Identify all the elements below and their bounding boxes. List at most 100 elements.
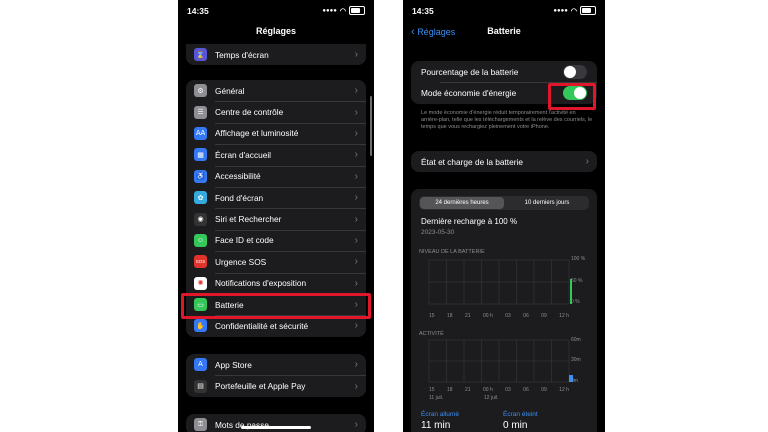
x-tick: 21: [465, 387, 471, 393]
battery-y-label-50: 50 %: [571, 278, 583, 284]
settings-item-grid[interactable]: ▦ Écran d'accueil ›: [186, 144, 366, 165]
settings-item-passwords[interactable]: ⚿ Mots de passe ›: [186, 414, 366, 432]
chevron-right-icon: ›: [354, 106, 358, 118]
x-tick: 03: [505, 387, 511, 393]
settings-item-label: Urgence SOS: [215, 256, 267, 267]
settings-screen: 14:35 ●●●● ◠ Réglages ⌛ Temps d'écran › …: [178, 0, 374, 432]
x-tick: 18: [447, 313, 453, 319]
nav-bar: ‹ Réglages Batterie: [403, 26, 605, 42]
settings-item-siri[interactable]: ◉ Siri et Rechercher ›: [186, 208, 366, 229]
battery-y-label-0: 0 %: [571, 299, 580, 305]
date-label-second: 12 juil.: [484, 395, 499, 401]
toggle-label: Pourcentage de la batterie: [421, 66, 519, 77]
segment-24h[interactable]: 24 dernières heures: [420, 197, 504, 209]
chevron-right-icon: ›: [354, 320, 358, 332]
settings-item-app-store[interactable]: A App Store ›: [186, 354, 366, 375]
x-tick: 03: [505, 313, 511, 319]
x-tick: 00 h: [483, 387, 493, 393]
chevron-right-icon: ›: [354, 127, 358, 139]
settings-item-label: Centre de contrôle: [215, 107, 284, 118]
passwords-group: ⚿ Mots de passe ›: [186, 414, 366, 432]
store-group: A App Store › ▤ Portefeuille et Apple Pay ›: [186, 354, 366, 397]
x-tick: 21: [465, 313, 471, 319]
chevron-right-icon: ›: [354, 49, 358, 61]
x-tick: 15: [429, 313, 435, 319]
chevron-right-icon: ›: [354, 419, 358, 431]
chevron-right-icon: ›: [354, 85, 358, 97]
chevron-right-icon: ›: [354, 277, 358, 289]
face-id-icon: ☺: [194, 233, 207, 247]
highlight-battery-row: [181, 293, 371, 319]
page-title: Batterie: [487, 26, 521, 36]
activity-y-label-60: 60m: [571, 337, 581, 343]
toggle-label: Mode économie d'énergie: [421, 88, 517, 99]
settings-item-label: Accessibilité: [215, 171, 261, 182]
date-label-first: 11 juil.: [429, 395, 444, 401]
screen-on-value: 11 min: [421, 420, 451, 431]
battery-status-icon: [349, 6, 365, 15]
sos-icon: SOS: [194, 255, 207, 269]
settings-item-accessibility[interactable]: ♿ Accessibilité ›: [186, 165, 366, 187]
x-tick: 12 h: [559, 313, 569, 319]
wifi-icon: ◠: [339, 7, 346, 15]
settings-item-label: Fond d'écran: [215, 192, 264, 203]
settings-item-label: Général: [215, 85, 245, 96]
status-icons: ●●●● ◠: [553, 6, 596, 15]
back-button[interactable]: ‹ Réglages: [411, 26, 455, 38]
battery-status-icon: [580, 6, 596, 15]
battery-y-label-100: 100 %: [571, 256, 586, 262]
screen-off-label: Écran éteint: [503, 411, 538, 418]
settings-item-aa[interactable]: AA Affichage et luminosité ›: [186, 122, 366, 144]
settings-item-label: Confidentialité et sécurité: [215, 320, 309, 331]
x-tick: 09: [541, 387, 547, 393]
percentage-toggle[interactable]: [563, 64, 587, 79]
settings-item-gear[interactable]: ⚙ Général ›: [186, 80, 366, 101]
settings-item-flower[interactable]: ✿ Fond d'écran ›: [186, 186, 366, 208]
x-tick: 06: [523, 313, 529, 319]
accessibility-icon: ♿: [194, 169, 207, 183]
scrollbar[interactable]: [370, 96, 372, 156]
signal-icon: ●●●●: [553, 7, 568, 14]
x-tick: 00 h: [483, 313, 493, 319]
exposure-icon: ✺: [194, 276, 207, 290]
grid-icon: ▦: [194, 148, 207, 162]
chevron-right-icon: ›: [354, 149, 358, 161]
status-time: 14:35: [412, 6, 434, 16]
settings-item-screen-time[interactable]: ⌛ Temps d'écran ›: [186, 44, 366, 65]
settings-item-sos[interactable]: SOS Urgence SOS ›: [186, 251, 366, 272]
last-charge-date: 2023-05-30: [421, 229, 455, 236]
back-label: Réglages: [417, 27, 456, 37]
settings-item-label: Écran d'accueil: [215, 149, 272, 160]
chevron-right-icon: ›: [354, 359, 358, 371]
settings-item-exposure[interactable]: ✺ Notifications d'exposition ›: [186, 272, 366, 294]
siri-icon: ◉: [194, 212, 207, 226]
chevron-right-icon: ›: [354, 170, 358, 182]
flower-icon: ✿: [194, 191, 207, 205]
battery-health-row[interactable]: État et charge de la batterie ›: [411, 151, 597, 172]
settings-item-sliders[interactable]: ☰ Centre de contrôle ›: [186, 101, 366, 122]
home-indicator[interactable]: [241, 426, 311, 429]
chevron-right-icon: ›: [354, 380, 358, 392]
sliders-icon: ☰: [194, 105, 207, 119]
settings-item-label: Face ID et code: [215, 235, 274, 246]
settings-item-label: Portefeuille et Apple Pay: [215, 381, 306, 392]
activity-y-label-30: 30m: [571, 357, 581, 363]
chevron-right-icon: ›: [354, 256, 358, 268]
status-bar: 14:35 ●●●● ◠: [412, 6, 596, 18]
hourglass-icon: ⌛: [194, 48, 207, 62]
activity-x-ticks: 15 18 21 00 h 03 06 09 12 h: [429, 387, 569, 393]
settings-item-label: Notifications d'exposition: [215, 278, 307, 289]
chevron-right-icon: ›: [354, 192, 358, 204]
period-segmented-control: 24 dernières heures 10 derniers jours: [419, 196, 589, 210]
activity-y-label-0: 0m: [571, 378, 578, 384]
battery-health-label: État et charge de la batterie: [421, 156, 523, 167]
screen-off-value: 0 min: [503, 420, 528, 431]
segment-10d[interactable]: 10 derniers jours: [505, 196, 589, 210]
x-tick: 12 h: [559, 387, 569, 393]
settings-item-wallet[interactable]: ▤ Portefeuille et Apple Pay ›: [186, 375, 366, 396]
settings-item-face-id[interactable]: ☺ Face ID et code ›: [186, 229, 366, 251]
usage-panel: 24 dernières heures 10 derniers jours De…: [411, 189, 597, 432]
key-icon: ⚿: [194, 418, 207, 432]
settings-item-label: Siri et Rechercher: [215, 214, 282, 225]
x-tick: 06: [523, 387, 529, 393]
